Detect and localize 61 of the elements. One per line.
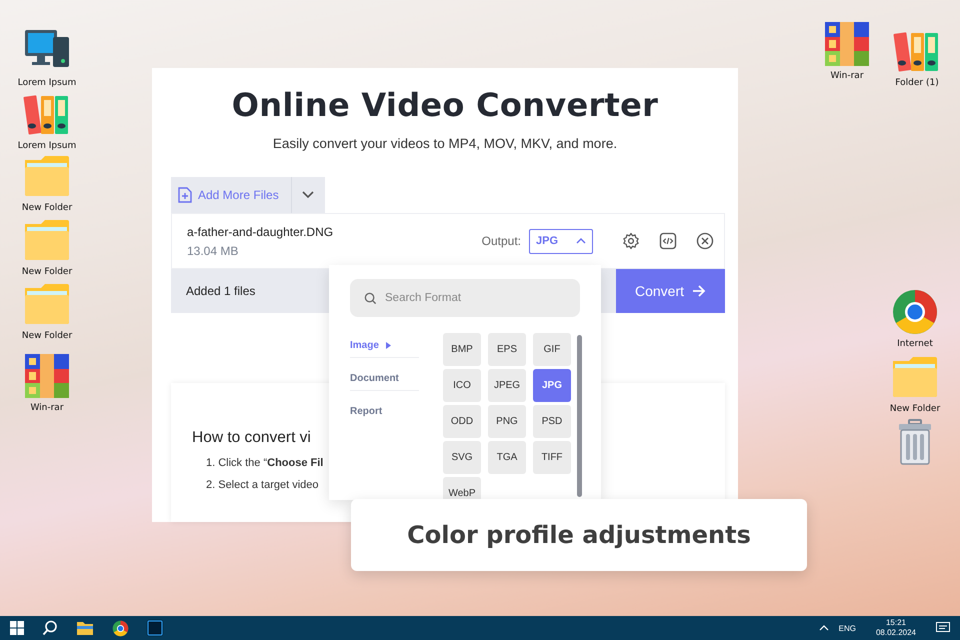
category-item[interactable]: Document [350, 366, 419, 391]
format-option[interactable]: GIF [533, 333, 571, 366]
format-option[interactable]: TGA [488, 441, 526, 474]
format-option[interactable]: BMP [443, 333, 481, 366]
search-icon[interactable] [42, 620, 58, 636]
format-option[interactable]: EPS [488, 333, 526, 366]
icon-label: Lorem Ipsum [18, 141, 76, 151]
icon-label: Folder (1) [895, 78, 939, 88]
page-title: Online Video Converter [230, 86, 660, 124]
caret-up-icon [576, 238, 586, 244]
settings-icon[interactable] [622, 232, 640, 250]
chevron-down-icon [302, 191, 314, 199]
category-item[interactable]: Report [350, 399, 419, 423]
format-option[interactable]: JPEG [488, 369, 526, 402]
clock-date: 08.02.2024 [876, 628, 916, 638]
archive-icon[interactable] [823, 20, 871, 68]
howto-step: 2. Select a target video [206, 479, 319, 491]
file-name: a-father-and-daughter.DNG [187, 224, 334, 238]
convert-button[interactable]: Convert [616, 269, 725, 313]
status-text: Added 1 files [186, 284, 256, 298]
icon-label: New Folder [22, 331, 72, 341]
file-plus-icon [178, 187, 192, 203]
arrow-right-icon [692, 285, 706, 297]
format-option[interactable]: SVG [443, 441, 481, 474]
output-label: Output: [482, 234, 521, 248]
format-option[interactable]: TIFF [533, 441, 571, 474]
icon-label: New Folder [890, 404, 940, 414]
icon-label: New Folder [22, 267, 72, 277]
format-option[interactable]: WebP [443, 477, 481, 500]
category-item[interactable]: Image [350, 333, 419, 358]
language-indicator[interactable]: ENG [838, 624, 856, 632]
search-field[interactable]: Search Format [350, 279, 580, 317]
format-option[interactable]: JPG [533, 369, 571, 402]
page-subtitle: Easily convert your videos to MP4, MOV, MKV, and more. [272, 136, 618, 151]
file-size: 13.04 MB [187, 244, 240, 258]
howto-heading: How to convert vi [192, 429, 311, 447]
close-icon[interactable] [696, 232, 714, 250]
icon-label: Win-rar [830, 71, 864, 81]
howto-step: 1. Click the “Choose Fil [206, 457, 324, 469]
code-icon[interactable] [659, 232, 677, 250]
format-option[interactable]: PNG [488, 405, 526, 438]
dropdown-button[interactable] [292, 177, 325, 213]
chevron-up-icon[interactable] [818, 625, 829, 631]
format-option[interactable]: PSD [533, 405, 571, 438]
format-option[interactable]: ICO [443, 369, 481, 402]
photo-editor-icon[interactable] [147, 620, 163, 636]
notification-icon[interactable] [936, 622, 950, 634]
clock-time: 15:21 [886, 618, 906, 628]
scrollbar-thumb[interactable] [577, 335, 582, 497]
folder-icon[interactable] [76, 620, 94, 636]
caption-text: Color profile adjustments [407, 521, 751, 549]
browser-icon[interactable] [112, 620, 129, 636]
output-select[interactable]: JPG [529, 228, 593, 254]
icon-label: Internet [897, 339, 933, 349]
icon-label: New Folder [22, 203, 72, 213]
icon-label: Lorem Ipsum [18, 78, 76, 88]
format-option[interactable]: ODD [443, 405, 481, 438]
archive-icon[interactable] [23, 352, 71, 400]
windows-icon[interactable] [10, 621, 24, 635]
icon-label: Win-rar [30, 403, 64, 413]
caret-right-icon [386, 342, 391, 348]
